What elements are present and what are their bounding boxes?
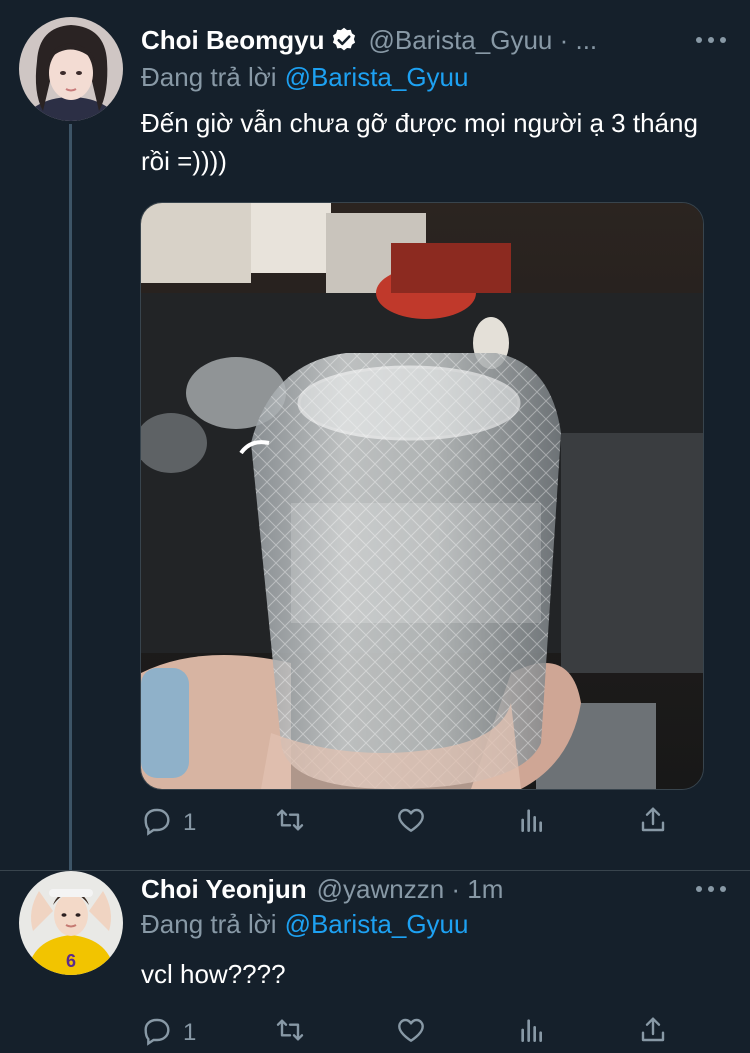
reply-icon: [141, 804, 173, 843]
display-name[interactable]: Choi Yeonjun: [141, 874, 307, 905]
share-icon: [637, 804, 669, 843]
analytics-icon: [516, 804, 548, 843]
reply-count: 1: [183, 1019, 197, 1046]
tweet-yeonjun[interactable]: 6 Choi Yeonjun @yawnzzn · 1m Đang trả lờ…: [0, 871, 750, 1047]
more-icon[interactable]: [696, 879, 726, 899]
handle-timestamp[interactable]: @Barista_Gyuu · ...: [368, 25, 597, 56]
like-icon: [395, 804, 427, 843]
handle-timestamp[interactable]: @yawnzzn · 1m: [317, 874, 504, 905]
verified-badge-icon: [330, 26, 358, 54]
share-button[interactable]: [637, 804, 681, 843]
reply-mention-link[interactable]: @Barista_Gyuu: [285, 909, 469, 939]
tweet-actions: 1: [141, 803, 681, 843]
reply-button[interactable]: 1: [141, 804, 196, 843]
tweet-header: Choi Beomgyu @Barista_Gyuu · ...: [141, 22, 730, 58]
retweet-icon: [274, 804, 306, 843]
tweet-header: Choi Yeonjun @yawnzzn · 1m: [141, 871, 730, 907]
like-button[interactable]: [395, 804, 439, 843]
analytics-button[interactable]: [516, 804, 560, 843]
retweet-button[interactable]: [274, 804, 318, 843]
tweet-media-photo[interactable]: [140, 202, 704, 790]
more-icon[interactable]: [696, 30, 726, 50]
replying-to: Đang trả lời @Barista_Gyuu: [141, 62, 468, 93]
reply-mention-link[interactable]: @Barista_Gyuu: [285, 62, 469, 92]
display-name[interactable]: Choi Beomgyu: [141, 25, 324, 56]
reply-count: 1: [183, 809, 197, 836]
tweet-text: vcl how????: [141, 959, 286, 989]
tweet-beomgyu[interactable]: Choi Beomgyu @Barista_Gyuu · ... Đang tr…: [0, 0, 750, 871]
tweet-text: Đến giờ vẫn chưa gỡ được mọi người ạ 3 t…: [141, 108, 698, 176]
avatar-beomgyu[interactable]: [19, 17, 123, 121]
avatar-yeonjun[interactable]: 6: [19, 871, 123, 975]
svg-text:6: 6: [66, 951, 76, 971]
reply-prefix: Đang trả lời: [141, 62, 277, 92]
reply-prefix: Đang trả lời: [141, 909, 277, 939]
tweet-actions: 1: [141, 1013, 681, 1053]
replying-to: Đang trả lời @Barista_Gyuu: [141, 909, 468, 940]
